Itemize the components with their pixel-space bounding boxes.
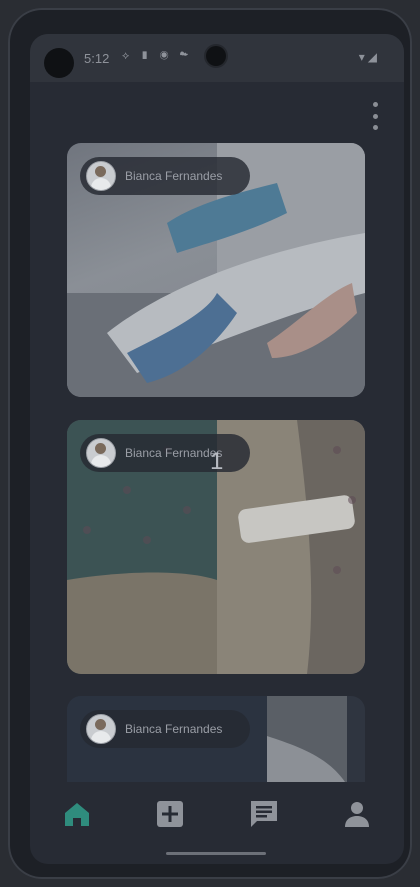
nav-profile[interactable] [337, 794, 377, 834]
nav-add[interactable] [150, 794, 190, 834]
nav-chat[interactable] [244, 794, 284, 834]
status-icons-left: ⟡ ▮ ◉ ☁ [122, 50, 193, 62]
author-chip[interactable]: Bianca Fernandes [80, 434, 250, 472]
front-camera-icon [206, 46, 226, 66]
camera-icon [44, 48, 74, 78]
add-box-icon [157, 801, 184, 827]
status-bar: 5:12 ⟡ ▮ ◉ ☁ ▾◢ [30, 34, 404, 82]
post-card[interactable]: Bianca Fernandes [67, 696, 365, 782]
author-name: Bianca Fernandes [125, 722, 223, 736]
avatar [86, 714, 116, 744]
gesture-bar[interactable] [166, 852, 266, 855]
author-chip[interactable]: Bianca Fernandes [80, 710, 250, 748]
person-icon [345, 802, 370, 827]
avatar [86, 161, 116, 191]
bottom-nav [30, 786, 404, 842]
status-time: 5:12 [84, 51, 110, 66]
post-card[interactable]: Bianca Fernandes [67, 143, 365, 397]
author-name: Bianca Fernandes [125, 446, 223, 460]
phone-frame: 5:12 ⟡ ▮ ◉ ☁ ▾◢ Bianca Fernandes Bianca … [8, 8, 412, 879]
more-options-icon[interactable] [368, 102, 382, 130]
home-icon [64, 803, 89, 826]
signal-icon: ▾◢ [358, 50, 380, 64]
author-name: Bianca Fernandes [125, 169, 223, 183]
nav-home[interactable] [57, 794, 97, 834]
chat-icon [250, 801, 277, 827]
avatar [86, 438, 116, 468]
app-screen: 5:12 ⟡ ▮ ◉ ☁ ▾◢ Bianca Fernandes Bianca … [30, 34, 404, 864]
author-chip[interactable]: Bianca Fernandes [80, 157, 250, 195]
overlay-number: 1 [210, 448, 224, 475]
